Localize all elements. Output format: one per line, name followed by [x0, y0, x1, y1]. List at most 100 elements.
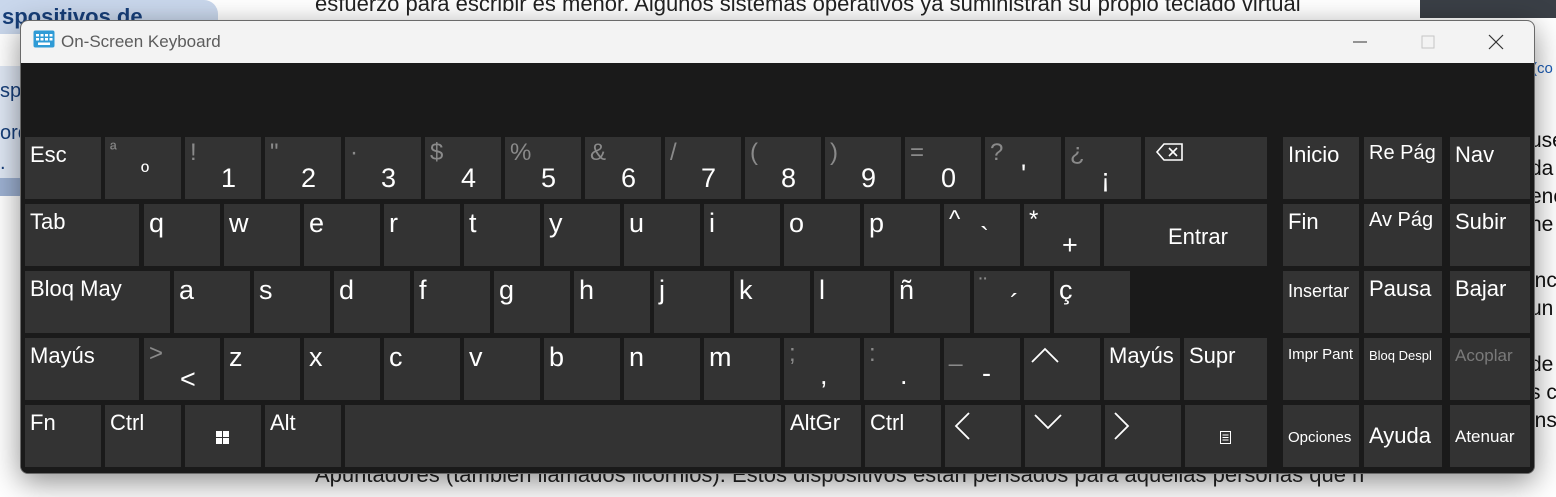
key-tab[interactable]: Tab [25, 204, 139, 266]
key-n[interactable]: n [624, 338, 700, 400]
key-shift-label: = [910, 139, 925, 166]
key-angle-bracket[interactable]: > < [144, 338, 220, 400]
minimize-button[interactable] [1326, 21, 1394, 63]
key-d[interactable]: d [334, 271, 410, 333]
key-v[interactable]: v [464, 338, 540, 400]
key-shift-label: % [510, 139, 532, 166]
key-z[interactable]: z [224, 338, 300, 400]
key-backspace[interactable] [1145, 137, 1267, 199]
key-pause[interactable]: Pausa [1364, 271, 1442, 333]
key-a[interactable]: a [174, 271, 250, 333]
title-bar[interactable]: On-Screen Keyboard [21, 21, 1534, 63]
key-home[interactable]: Inicio [1283, 137, 1359, 199]
key-fn[interactable]: Fn [25, 405, 101, 467]
key-l[interactable]: l [814, 271, 890, 333]
key-period[interactable]: :. [864, 338, 940, 400]
key-scroll-lock[interactable]: Bloq Despl [1364, 338, 1442, 400]
key-scroll-up[interactable]: Subir [1450, 204, 1530, 266]
key-o[interactable]: o [784, 204, 860, 266]
key-dock[interactable]: Acoplar [1450, 338, 1530, 400]
key-p[interactable]: p [864, 204, 940, 266]
key-enter[interactable]: Entrar [1104, 204, 1267, 266]
key-f[interactable]: f [414, 271, 490, 333]
key-fade[interactable]: Atenuar [1450, 405, 1530, 467]
key-1[interactable]: ! 1 [185, 137, 261, 199]
maximize-button[interactable] [1394, 21, 1462, 63]
key-label: 0 [941, 163, 957, 193]
key-k[interactable]: k [734, 271, 810, 333]
key-arrow-up[interactable] [1024, 338, 1100, 400]
key-space[interactable] [345, 405, 781, 467]
key-x[interactable]: x [304, 338, 380, 400]
key-i[interactable]: i [704, 204, 780, 266]
key-page-down[interactable]: Av Pág [1364, 204, 1442, 266]
key-g[interactable]: g [494, 271, 570, 333]
key-b[interactable]: b [544, 338, 620, 400]
key-altgr[interactable]: AltGr [785, 405, 861, 467]
key-r[interactable]: r [384, 204, 460, 266]
key-windows[interactable] [185, 405, 261, 467]
key-label: y [549, 208, 563, 238]
key-q[interactable]: q [144, 204, 220, 266]
key-apostrophe[interactable]: ? ' [985, 137, 1061, 199]
key-label: ñ [899, 275, 915, 305]
key-label: ¡ [1101, 163, 1110, 193]
key-u[interactable]: u [624, 204, 700, 266]
key-page-up[interactable]: Re Pág [1364, 137, 1442, 199]
key-e[interactable]: e [304, 204, 380, 266]
key-ordinal[interactable]: ªº [105, 137, 181, 199]
key-menu[interactable] [1185, 405, 1267, 467]
key-5[interactable]: % 5 [505, 137, 581, 199]
key-7[interactable]: /7 [665, 137, 741, 199]
key-y[interactable]: y [544, 204, 620, 266]
close-button[interactable] [1462, 21, 1530, 63]
key-plus[interactable]: * + [1024, 204, 1100, 266]
key-j[interactable]: j [654, 271, 730, 333]
key-s[interactable]: s [254, 271, 330, 333]
key-acute[interactable]: ¨ ´ [974, 271, 1050, 333]
close-icon [1488, 34, 1504, 50]
key-alt[interactable]: Alt [265, 405, 341, 467]
key-caps-lock[interactable]: Bloq May [25, 271, 170, 333]
key-comma[interactable]: ;, [784, 338, 860, 400]
key-shift-right[interactable]: Mayús [1104, 338, 1180, 400]
key-scroll-down[interactable]: Bajar [1450, 271, 1530, 333]
key-h[interactable]: h [574, 271, 650, 333]
key-ctrl-right[interactable]: Ctrl [865, 405, 941, 467]
key-label: Mayús [30, 343, 95, 368]
key-n-tilde[interactable]: ñ [894, 271, 970, 333]
key-help[interactable]: Ayuda [1364, 405, 1442, 467]
background-link[interactable]: (co [1532, 60, 1553, 77]
key-label: Acoplar [1455, 346, 1513, 365]
key-3[interactable]: · 3 [345, 137, 421, 199]
key-esc[interactable]: Esc [25, 137, 101, 199]
key-ctrl-left[interactable]: Ctrl [105, 405, 181, 467]
key-4[interactable]: $4 [425, 137, 501, 199]
key-arrow-left[interactable] [945, 405, 1021, 467]
key-c-cedilla[interactable]: ç [1054, 271, 1130, 333]
key-shift-label: ¿ [1070, 139, 1085, 166]
key-label: c [389, 342, 403, 372]
key-shift-label: · [350, 139, 358, 166]
key-shift-left[interactable]: Mayús [25, 338, 139, 400]
key-minus[interactable]: _ - [944, 338, 1020, 400]
key-arrow-down[interactable] [1025, 405, 1101, 467]
key-inverted-exclamation[interactable]: ¿ ¡ [1065, 137, 1141, 199]
key-options[interactable]: Opciones [1283, 405, 1359, 467]
key-end[interactable]: Fin [1283, 204, 1359, 266]
key-6[interactable]: & 6 [585, 137, 661, 199]
key-print-screen[interactable]: Impr Pant [1283, 338, 1359, 400]
key-arrow-right[interactable] [1105, 405, 1181, 467]
key-0[interactable]: = 0 [905, 137, 981, 199]
key-delete[interactable]: Supr [1184, 338, 1267, 400]
key-c[interactable]: c [384, 338, 460, 400]
key-8[interactable]: (8 [745, 137, 821, 199]
key-insert[interactable]: Insertar [1283, 271, 1359, 333]
key-grave[interactable]: ^ ` [944, 204, 1020, 266]
key-w[interactable]: w [224, 204, 300, 266]
key-2[interactable]: " 2 [265, 137, 341, 199]
key-nav[interactable]: Nav [1450, 137, 1530, 199]
key-t[interactable]: t [464, 204, 540, 266]
key-9[interactable]: ) 9 [825, 137, 901, 199]
key-m[interactable]: m [704, 338, 780, 400]
